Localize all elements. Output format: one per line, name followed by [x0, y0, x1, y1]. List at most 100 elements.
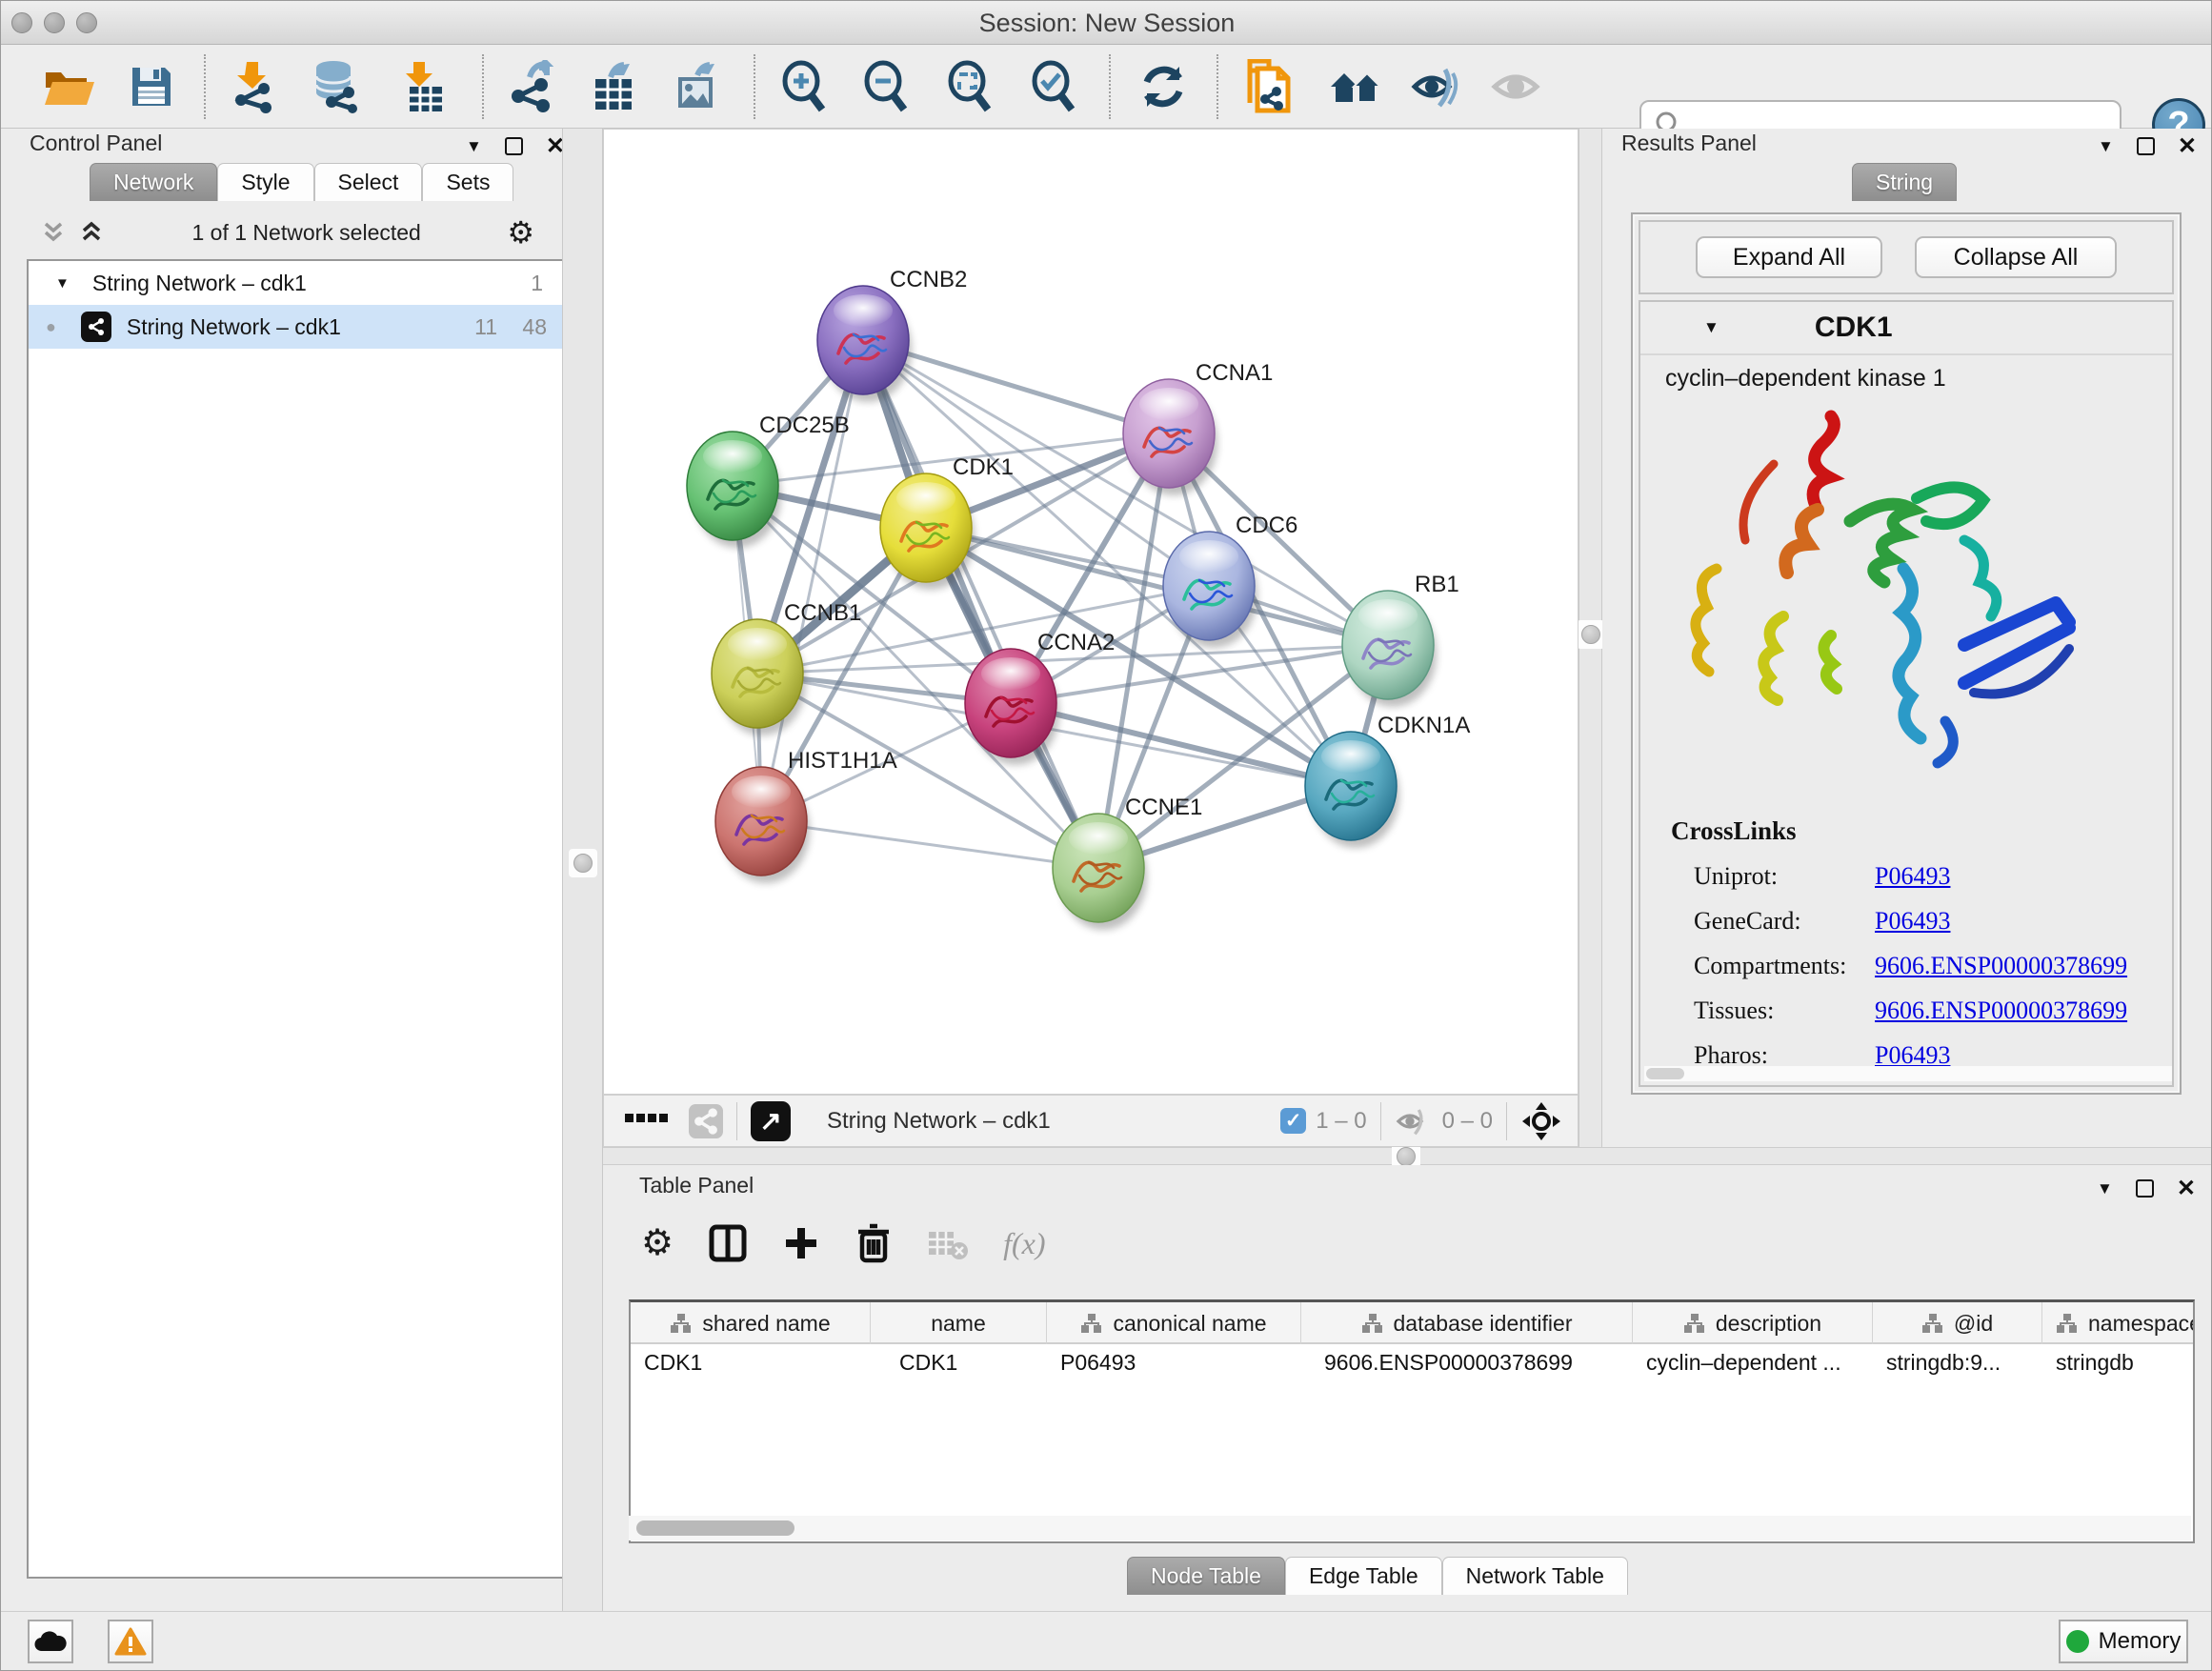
panel-menu-icon[interactable]: ▼: [2098, 137, 2114, 156]
table-options-gear-icon[interactable]: ⚙: [641, 1225, 674, 1261]
network-node-CCNA1[interactable]: [1123, 379, 1217, 495]
network-graph[interactable]: CCNB2CCNA1CDC25BCDK1CDC6RB1CCNB1CCNA2CDK…: [604, 130, 1578, 1094]
network-node-RB1[interactable]: [1342, 591, 1437, 707]
memory-button[interactable]: Memory: [2059, 1620, 2188, 1663]
export-image-button[interactable]: [670, 58, 727, 115]
collapse-card-icon[interactable]: ▼: [1703, 318, 1719, 337]
eye-slash-icon: [1411, 64, 1464, 110]
network-canvas[interactable]: CCNB2CCNA1CDC25BCDK1CDC6RB1CCNB1CCNA2CDK…: [603, 129, 1579, 1095]
network-node-CCNE1[interactable]: [1053, 814, 1147, 930]
view-toolbar-separator: [1506, 1102, 1507, 1140]
column-header-namespace[interactable]: namespace: [2042, 1302, 2195, 1344]
show-selected-button[interactable]: [1487, 58, 1544, 115]
home-networks-button[interactable]: [1327, 58, 1384, 115]
protein-name: CDK1: [1815, 312, 1893, 344]
column-header-name[interactable]: name: [871, 1302, 1047, 1344]
collapse-all-button[interactable]: Collapse All: [1915, 236, 2117, 278]
import-table-button[interactable]: [393, 58, 451, 115]
expand-all-icon[interactable]: [77, 218, 106, 247]
cloud-status-button[interactable]: [28, 1620, 73, 1663]
table-hscrollbar[interactable]: [629, 1516, 2191, 1540]
column-header-description[interactable]: description: [1633, 1302, 1873, 1344]
expand-all-button[interactable]: Expand All: [1696, 236, 1882, 278]
compartments-link[interactable]: 9606.ENSP00000378699: [1875, 952, 2127, 980]
export-table-button[interactable]: [586, 58, 643, 115]
hide-selected-button[interactable]: [1409, 58, 1466, 115]
genecard-link[interactable]: P06493: [1875, 907, 1950, 936]
network-row[interactable]: ● String Network – cdk1 11 48: [29, 305, 564, 349]
column-type-icon: [670, 1313, 693, 1334]
cell-canonical-name: P06493: [1047, 1344, 1301, 1380]
float-panel-icon[interactable]: [2137, 137, 2155, 155]
column-header-id[interactable]: @id: [1873, 1302, 2042, 1344]
network-node-HIST1H1A[interactable]: [715, 767, 810, 883]
tab-network[interactable]: Network: [90, 163, 217, 201]
close-panel-icon[interactable]: ✕: [2178, 132, 2197, 160]
network-node-CDK1[interactable]: [880, 473, 975, 590]
tab-edge-table[interactable]: Edge Table: [1285, 1557, 1442, 1595]
network-view-icon[interactable]: [689, 1104, 723, 1138]
right-splitter-handle[interactable]: [1577, 620, 1605, 649]
panel-menu-icon[interactable]: ▼: [466, 137, 482, 156]
network-node-CDKN1A[interactable]: [1305, 732, 1399, 848]
network-node-CDC25B[interactable]: [687, 432, 781, 548]
tab-select[interactable]: Select: [314, 163, 423, 201]
cell-name: CDK1: [871, 1344, 1047, 1380]
left-splitter[interactable]: [562, 129, 603, 1611]
network-from-clipboard-button[interactable]: [1239, 58, 1297, 115]
zoom-out-button[interactable]: [856, 58, 914, 115]
float-panel-icon[interactable]: [2136, 1179, 2154, 1198]
network-node-CCNB2[interactable]: [817, 286, 912, 402]
import-network-from-database-button[interactable]: [308, 58, 365, 115]
tissues-link[interactable]: 9606.ENSP00000378699: [1875, 997, 2127, 1025]
network-node-CCNB1[interactable]: [712, 619, 806, 735]
node-label-CDC6: CDC6: [1236, 513, 1297, 538]
results-hscrollbar[interactable]: [1644, 1066, 2172, 1081]
export-network-button[interactable]: [506, 58, 563, 115]
column-type-icon: [2056, 1313, 2079, 1334]
column-header-canonical-name[interactable]: canonical name: [1047, 1302, 1301, 1344]
network-collection-row[interactable]: ▼ String Network – cdk1 1: [29, 261, 564, 305]
cell-description: cyclin–dependent ...: [1633, 1344, 1873, 1380]
zoom-fit-icon: [944, 60, 994, 113]
tab-network-table[interactable]: Network Table: [1442, 1557, 1628, 1595]
tree-expand-icon[interactable]: ▼: [55, 275, 70, 292]
column-header-database-identifier[interactable]: database identifier: [1301, 1302, 1633, 1344]
show-columns-icon[interactable]: [708, 1223, 748, 1263]
tab-style[interactable]: Style: [217, 163, 313, 201]
panel-menu-icon[interactable]: ▼: [2097, 1179, 2113, 1198]
zoom-in-button[interactable]: [774, 58, 832, 115]
left-splitter-handle[interactable]: [569, 849, 597, 877]
add-column-icon[interactable]: [782, 1224, 820, 1262]
open-session-button[interactable]: [41, 58, 98, 115]
delete-column-icon[interactable]: [855, 1222, 893, 1264]
uniprot-link[interactable]: P06493: [1875, 862, 1950, 891]
selected-checkbox-icon[interactable]: ✓: [1280, 1108, 1306, 1134]
protein-card-header[interactable]: ▼ CDK1: [1640, 302, 2172, 355]
zoom-selected-button[interactable]: [1024, 58, 1081, 115]
network-options-gear-icon[interactable]: ⚙: [507, 217, 534, 248]
close-panel-icon[interactable]: ✕: [2177, 1175, 2196, 1202]
bottom-splitter[interactable]: [603, 1147, 2212, 1165]
database-icon: [311, 60, 362, 113]
tab-node-table[interactable]: Node Table: [1127, 1557, 1285, 1595]
open-in-window-icon[interactable]: ↗: [751, 1101, 791, 1141]
tab-sets[interactable]: Sets: [422, 163, 513, 201]
warning-status-button[interactable]: [108, 1620, 153, 1663]
right-splitter[interactable]: [1579, 129, 1602, 1147]
float-panel-icon[interactable]: [505, 137, 523, 155]
column-header-shared-name[interactable]: shared name: [631, 1302, 871, 1344]
grid-view-icon[interactable]: [625, 1114, 668, 1128]
toolbar-separator: [204, 54, 206, 119]
collapse-all-icon[interactable]: [39, 218, 68, 247]
network-node-CCNA2[interactable]: [965, 649, 1059, 765]
zoom-fit-button[interactable]: [940, 58, 997, 115]
network-node-CDC6[interactable]: [1163, 532, 1257, 648]
import-network-button[interactable]: [224, 58, 281, 115]
refresh-button[interactable]: [1135, 58, 1192, 115]
save-session-button[interactable]: [123, 58, 180, 115]
birdseye-view-icon[interactable]: [1520, 1100, 1562, 1142]
node-label-CDC25B: CDC25B: [759, 413, 850, 438]
table-row[interactable]: CDK1 CDK1 P06493 9606.ENSP00000378699 cy…: [631, 1344, 2195, 1380]
tab-string[interactable]: String: [1852, 163, 1957, 201]
